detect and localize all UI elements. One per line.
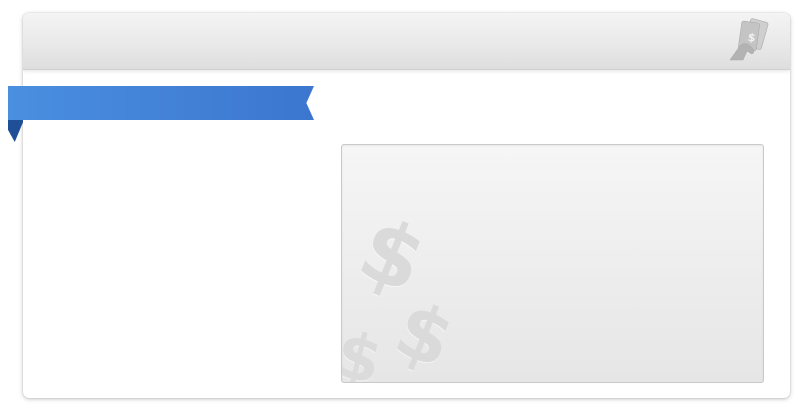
content-panel: $ $ $ xyxy=(341,144,764,383)
ribbon-banner xyxy=(8,86,314,120)
section-ribbon xyxy=(8,86,316,144)
stage: $ $ $ $ xyxy=(0,0,805,417)
ribbon-fold xyxy=(8,120,23,142)
card: $ $ $ $ xyxy=(23,13,790,398)
dollar-sign-icon: $ xyxy=(341,317,389,383)
header-bar: $ xyxy=(23,13,790,70)
money-in-hand-icon: $ xyxy=(729,18,769,61)
